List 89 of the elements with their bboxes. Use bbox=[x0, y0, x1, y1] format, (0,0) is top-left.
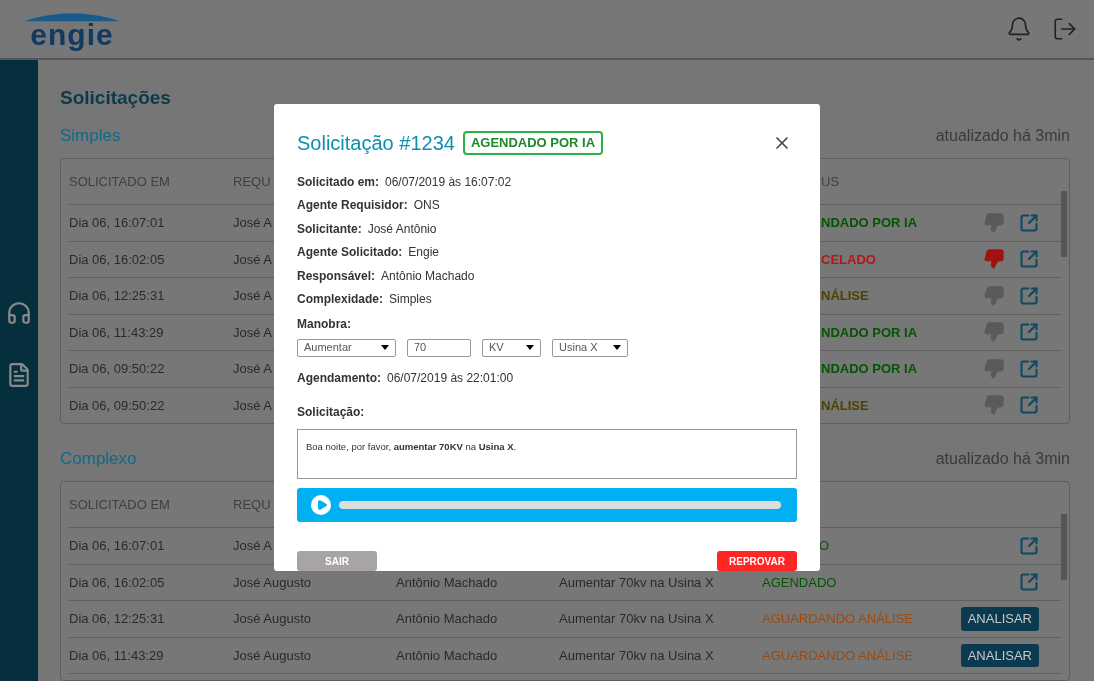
field-label: Solicitação: bbox=[297, 404, 365, 419]
page-title: Solicitações bbox=[60, 86, 172, 110]
status-text: AGENDADO bbox=[762, 573, 837, 592]
field-label: Agente Solicitado: bbox=[297, 244, 403, 262]
table-cell: José A bbox=[233, 215, 273, 230]
headset-icon[interactable] bbox=[6, 300, 32, 326]
table-cell: José Augusto bbox=[233, 647, 312, 663]
field-label: Manobra: bbox=[297, 317, 351, 331]
thumbs-down-icon[interactable] bbox=[983, 284, 1005, 307]
status-text: NÁLISE bbox=[821, 288, 869, 303]
external-link-icon[interactable] bbox=[1019, 285, 1039, 306]
table-cell: José A bbox=[233, 538, 273, 553]
updated-label: atualizado há 3min bbox=[935, 449, 1070, 469]
table-cell: Dia 06, 09:50:22 bbox=[69, 361, 165, 376]
logout-icon[interactable] bbox=[1052, 16, 1078, 42]
field-label: Agendamento: bbox=[297, 369, 381, 387]
field-value: 06/07/2019 às 16:07:02 bbox=[385, 173, 512, 191]
field-value: ONS bbox=[413, 197, 440, 215]
table-cell: Dia 06, 16:07:01 bbox=[69, 215, 165, 230]
play-icon bbox=[316, 498, 328, 511]
table-cell: Dia 06, 12:25:31 bbox=[69, 288, 165, 303]
thumbs-down-icon[interactable] bbox=[983, 211, 1005, 234]
field-value: Engie bbox=[408, 244, 440, 262]
field-value: Simples bbox=[389, 291, 432, 309]
table-cell: Antônio Machado bbox=[396, 647, 498, 663]
table-cell: José Augusto bbox=[233, 611, 312, 626]
table-cell: José A bbox=[233, 324, 273, 340]
status-text: O bbox=[819, 537, 830, 555]
status-text: NDADO POR IA bbox=[821, 215, 918, 230]
field-value: Antônio Machado bbox=[381, 267, 475, 285]
message-box[interactable]: Boa noite, por favor, aumentar 70KV na Usina X. bbox=[297, 428, 797, 479]
thumbs-down-icon[interactable] bbox=[983, 248, 1005, 271]
status-badge: AGENDADO POR IA bbox=[462, 131, 604, 155]
table-cell: José A bbox=[233, 361, 273, 376]
field-label: Solicitante: bbox=[297, 220, 362, 238]
document-icon[interactable] bbox=[6, 362, 32, 388]
external-link-icon[interactable] bbox=[1019, 572, 1039, 593]
field-value: José Antônio bbox=[367, 220, 437, 238]
dropdown[interactable]: KV bbox=[482, 338, 541, 357]
table-cell: José Augusto bbox=[233, 574, 312, 590]
thumbs-down-icon[interactable] bbox=[983, 394, 1005, 417]
column-header: US bbox=[821, 172, 840, 191]
dropdown[interactable]: Aumentar bbox=[297, 338, 396, 357]
field-value: 06/07/2019 às 22:01:00 bbox=[387, 369, 514, 387]
external-link-icon[interactable] bbox=[1019, 358, 1039, 379]
table-cell: José A bbox=[233, 251, 273, 267]
analyze-button[interactable]: ANALISAR bbox=[960, 607, 1039, 631]
table-cell: Dia 06, 12:25:31 bbox=[69, 611, 165, 626]
table-cell: Antônio Machado bbox=[396, 574, 498, 590]
field-label: Responsável: bbox=[297, 267, 376, 285]
status-text: AGUARDANDO ANÁLISE bbox=[762, 646, 913, 665]
thumbs-down-icon[interactable] bbox=[983, 357, 1005, 380]
table-cell: Dia 06, 09:50:22 bbox=[69, 397, 165, 413]
external-link-icon[interactable] bbox=[1019, 322, 1039, 343]
external-link-icon[interactable] bbox=[1019, 249, 1039, 270]
reject-button[interactable]: REPROVAR bbox=[717, 551, 797, 571]
thumbs-down-icon[interactable] bbox=[983, 321, 1005, 344]
table-cell: José A bbox=[233, 288, 273, 303]
external-link-icon[interactable] bbox=[1019, 212, 1039, 233]
notification-bell-icon[interactable] bbox=[1006, 16, 1032, 42]
table-cell: Antônio Machado bbox=[396, 611, 498, 626]
section-title: Complexo bbox=[60, 447, 137, 470]
table-cell: Dia 06, 11:43:29 bbox=[69, 647, 164, 663]
analyze-button[interactable]: ANALISAR bbox=[960, 643, 1039, 667]
table-cell: José A bbox=[233, 397, 273, 413]
table-cell: Dia 06, 16:02:05 bbox=[69, 251, 165, 267]
table-cell: Dia 06, 16:02:05 bbox=[69, 574, 165, 590]
external-link-icon[interactable] bbox=[1019, 395, 1039, 416]
dropdown[interactable]: Usina X bbox=[552, 338, 628, 357]
updated-label: atualizado há 3min bbox=[935, 126, 1070, 146]
dialog-title: Solicitação #1234 bbox=[297, 131, 455, 156]
status-text: NDADO POR IA bbox=[821, 361, 918, 376]
audio-progress-track[interactable] bbox=[339, 500, 781, 509]
section-title: Simples bbox=[60, 124, 121, 147]
table-cell: Aumentar 70kv na Usina X bbox=[559, 574, 714, 590]
table-cell: Aumentar 70kv na Usina X bbox=[559, 611, 714, 626]
table-cell: Dia 06, 11:43:29 bbox=[69, 324, 164, 340]
table-cell: Aumentar 70kv na Usina X bbox=[559, 647, 714, 663]
input-field[interactable]: 70 bbox=[407, 338, 471, 357]
external-link-icon[interactable] bbox=[1019, 535, 1039, 556]
play-button[interactable] bbox=[311, 494, 331, 515]
status-text: AGUARDANDO ANÁLISE bbox=[762, 610, 913, 628]
field-label: Solicitado em: bbox=[297, 173, 379, 191]
status-text: CELADO bbox=[821, 251, 876, 267]
status-text: NÁLISE bbox=[821, 397, 869, 413]
field-label: Complexidade: bbox=[297, 291, 383, 309]
status-text: NDADO POR IA bbox=[821, 324, 918, 340]
field-label: Agente Requisidor: bbox=[297, 197, 408, 215]
table-cell: Dia 06, 16:07:01 bbox=[69, 538, 165, 553]
